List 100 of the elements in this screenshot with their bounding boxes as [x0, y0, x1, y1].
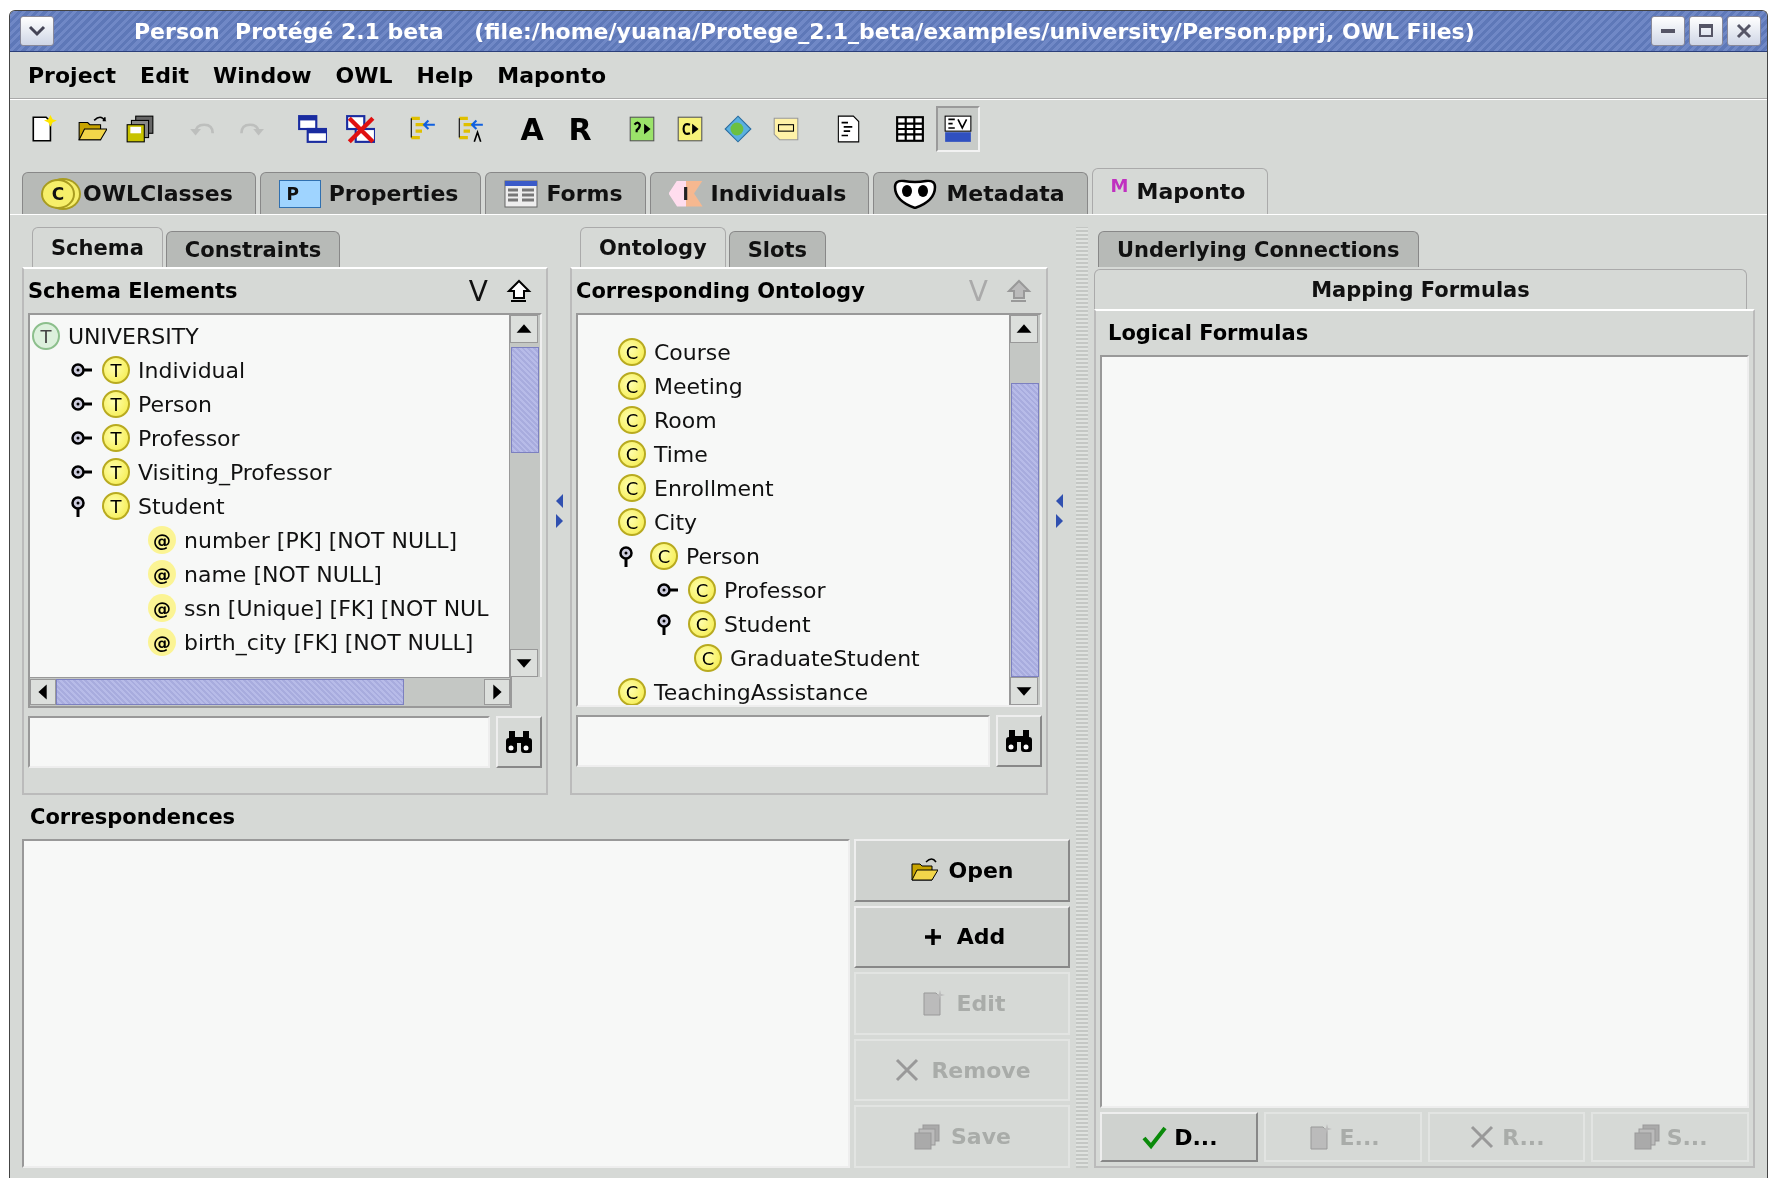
tab[interactable]: Ontology: [580, 227, 726, 267]
form-icon: [504, 179, 539, 208]
save-icon: [1632, 1123, 1661, 1151]
class-icon: C: [618, 508, 646, 536]
window-menu-button[interactable]: [20, 16, 54, 46]
maximize-button[interactable]: [1689, 16, 1723, 46]
class-icon: C: [618, 372, 646, 400]
vertical-scrollbar[interactable]: [1009, 315, 1040, 705]
formula-button[interactable]: D...: [1100, 1112, 1258, 1162]
tab[interactable]: Forms: [485, 172, 646, 214]
maponto-icon: M: [1110, 175, 1129, 196]
menu-item[interactable]: OWL: [323, 58, 405, 92]
close-icon: [1735, 22, 1753, 40]
table-icon: T: [102, 424, 130, 452]
individual-icon: I: [668, 180, 703, 207]
table-icon: T: [32, 322, 60, 350]
save-icon: [913, 1122, 941, 1151]
section-title: Correspondences: [29, 804, 237, 831]
up-arrow-icon[interactable]: [506, 278, 532, 304]
scrollbar-thumb[interactable]: [511, 347, 539, 453]
scrollbar-thumb[interactable]: [56, 679, 404, 705]
search-field[interactable]: [28, 716, 490, 768]
tree-item[interactable]: Student: [724, 611, 811, 637]
tree-item[interactable]: Professor: [724, 577, 826, 603]
attribute-icon: @: [148, 526, 176, 554]
table-icon: T: [102, 458, 130, 486]
tree-item[interactable]: TeachingAssistance: [654, 679, 868, 705]
close-button[interactable]: [1727, 16, 1761, 46]
toolbar-button[interactable]: A: [510, 106, 554, 152]
table-icon: T: [102, 356, 130, 384]
maximize-icon: [1697, 22, 1715, 40]
menu-item[interactable]: Project: [16, 58, 129, 92]
tree-item[interactable]: Person: [686, 543, 760, 569]
menu-item[interactable]: Help: [404, 58, 486, 92]
class-icon: C: [688, 610, 716, 638]
attribute-icon: @: [148, 560, 176, 588]
menu-item[interactable]: Edit: [128, 58, 201, 92]
tree-item[interactable]: Student: [138, 493, 225, 519]
tree-item[interactable]: number [PK] [NOT NULL]: [184, 527, 458, 553]
section-title: Logical Formulas: [1107, 320, 1310, 347]
tree-item[interactable]: Enrollment: [654, 475, 774, 501]
tree-item[interactable]: birth_city [FK] [NOT NULL]: [184, 629, 474, 655]
attribute-icon: @: [148, 628, 176, 656]
class-icon: C: [650, 542, 678, 570]
tree-item[interactable]: ssn [Unique] [FK] [NOT NUL: [184, 595, 489, 621]
panel-title: Schema Elements: [28, 279, 239, 303]
tab[interactable]: Slots: [728, 231, 826, 267]
search-field[interactable]: [576, 715, 990, 767]
scrollbar-thumb[interactable]: [1011, 383, 1039, 677]
tree-item[interactable]: Room: [654, 407, 717, 433]
tab[interactable]: C OWLClasses: [22, 172, 256, 214]
binoculars-icon: [1003, 728, 1035, 754]
find-button[interactable]: [496, 716, 542, 768]
vertical-scrollbar[interactable]: [509, 315, 540, 677]
class-icon: C: [618, 406, 646, 434]
menu-item[interactable]: Window: [200, 58, 324, 92]
tree-item[interactable]: City: [654, 509, 698, 535]
tree-item[interactable]: Individual: [138, 357, 246, 383]
tab[interactable]: Constraints: [165, 231, 341, 267]
panel-title: Corresponding Ontology: [576, 279, 866, 303]
tab[interactable]: Mapping Formulas: [1094, 269, 1747, 309]
tab[interactable]: P Properties: [259, 172, 482, 214]
tree-item[interactable]: Meeting: [654, 373, 743, 399]
class-icon: C: [618, 678, 646, 705]
class-icon: C: [618, 474, 646, 502]
class-icon: C: [688, 576, 716, 604]
tree-item[interactable]: Course: [654, 339, 731, 365]
action-button[interactable]: Open: [854, 839, 1070, 902]
tab[interactable]: Metadata: [873, 172, 1088, 214]
binoculars-icon: [503, 729, 535, 755]
minimize-icon: [1661, 29, 1675, 33]
minimize-button[interactable]: [1651, 16, 1685, 46]
view-button[interactable]: V: [464, 274, 492, 308]
help-icon[interactable]: [936, 106, 980, 152]
find-button[interactable]: [996, 715, 1042, 767]
table-icon: T: [102, 390, 130, 418]
action-button[interactable]: Add: [854, 905, 1070, 969]
horizontal-scrollbar[interactable]: [28, 677, 512, 708]
menu-item[interactable]: Maponto: [485, 58, 619, 92]
class-icon: C: [618, 338, 646, 366]
toolbar-button[interactable]: R: [558, 106, 602, 152]
tab[interactable]: M Maponto: [1091, 168, 1269, 214]
mask-icon: [892, 178, 939, 209]
tree-item[interactable]: Person: [138, 391, 212, 417]
class-icon: C: [618, 440, 646, 468]
tree-item[interactable]: name [NOT NULL]: [184, 561, 382, 587]
tree-item[interactable]: GraduateStudent: [730, 645, 920, 671]
tab[interactable]: Schema: [32, 227, 163, 267]
window-title: Person Protégé 2.1 beta (file:/home/yuana/Protege_2.1_beta/examples/university/Person.pprj, OWL Files): [133, 18, 1476, 44]
tree-item[interactable]: Time: [654, 441, 708, 467]
class-icon: C: [694, 644, 722, 672]
tab[interactable]: Underlying Connections: [1098, 231, 1419, 267]
tree-item[interactable]: UNIVERSITY: [68, 323, 199, 349]
tab[interactable]: I Individuals: [649, 172, 870, 214]
tree-item[interactable]: Professor: [138, 425, 240, 451]
tree-item[interactable]: Visiting_Professor: [138, 459, 332, 485]
attribute-icon: @: [148, 594, 176, 622]
property-icon: P: [278, 179, 321, 208]
chevron-down-icon: [28, 25, 46, 37]
table-icon: T: [102, 492, 130, 520]
